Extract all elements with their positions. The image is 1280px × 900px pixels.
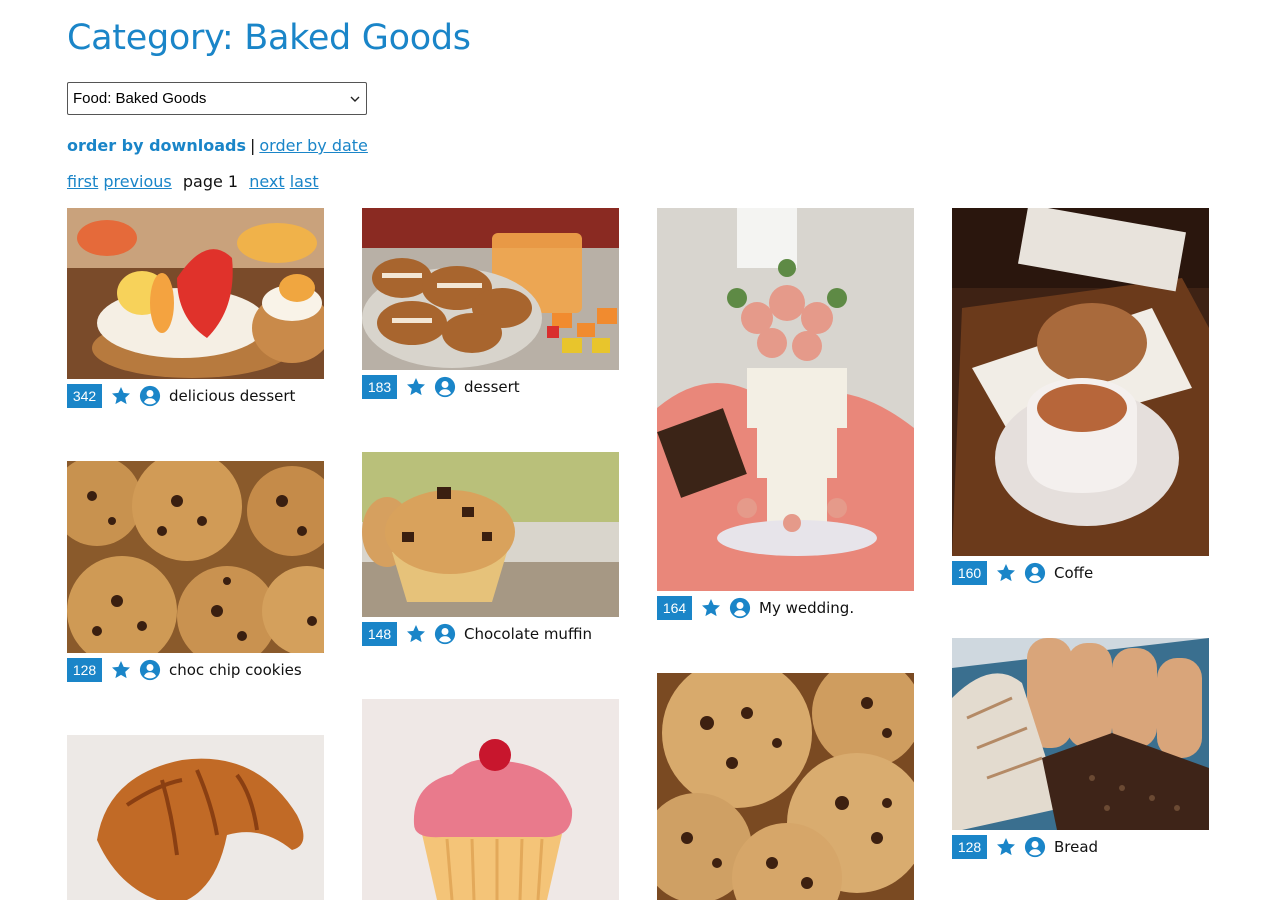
ordering-controls: order by downloads | order by date: [67, 136, 368, 155]
star-icon[interactable]: [700, 597, 722, 619]
photo-thumbnail-wedding-cake[interactable]: [657, 208, 914, 591]
photo-thumbnail-croissant[interactable]: [67, 735, 324, 900]
photo-meta-4: 160 Coffe: [952, 561, 1093, 585]
photo-title: Chocolate muffin: [464, 625, 592, 643]
order-by-date-link[interactable]: order by date: [259, 136, 368, 155]
user-icon[interactable]: [139, 659, 161, 681]
download-count-badge: 183: [362, 375, 397, 399]
order-by-downloads-active: order by downloads: [67, 136, 246, 155]
download-count-badge: 160: [952, 561, 987, 585]
photo-thumbnail-coffee[interactable]: [952, 208, 1209, 556]
photo-title: dessert: [464, 378, 520, 396]
page-title: Category: Baked Goods: [67, 18, 471, 58]
photo-thumbnail-pastries[interactable]: [362, 208, 619, 370]
star-icon[interactable]: [110, 659, 132, 681]
photo-meta-5: 128 choc chip cookies: [67, 658, 302, 682]
photo-meta-1: 342 delicious dessert: [67, 384, 295, 408]
photo-title: delicious dessert: [169, 387, 296, 405]
photo-thumbnail-muffin[interactable]: [362, 452, 619, 617]
photo-meta-6: 148 Chocolate muffin: [362, 622, 592, 646]
download-count-badge: 128: [67, 658, 102, 682]
user-icon[interactable]: [1024, 836, 1046, 858]
user-icon[interactable]: [1024, 562, 1046, 584]
user-icon[interactable]: [434, 623, 456, 645]
star-icon[interactable]: [995, 836, 1017, 858]
photo-meta-2: 183 dessert: [362, 375, 520, 399]
category-select-value: Food: Baked Goods: [73, 90, 207, 107]
user-icon[interactable]: [729, 597, 751, 619]
star-icon[interactable]: [110, 385, 132, 407]
chevron-down-icon: [344, 82, 366, 115]
photo-title: Bread: [1054, 838, 1099, 856]
category-select[interactable]: Food: Baked Goods: [67, 82, 367, 115]
pager-previous-link[interactable]: previous: [103, 172, 171, 191]
user-icon[interactable]: [139, 385, 161, 407]
pager-first-link[interactable]: first: [67, 172, 98, 191]
star-icon[interactable]: [995, 562, 1017, 584]
photo-thumbnail-cookies-2[interactable]: [657, 673, 914, 900]
photo-thumbnail-cupcake[interactable]: [362, 699, 619, 900]
download-count-badge: 342: [67, 384, 102, 408]
photo-thumbnail-bread[interactable]: [952, 638, 1209, 830]
photo-title: choc chip cookies: [169, 661, 302, 679]
photo-thumbnail-cookies[interactable]: [67, 461, 324, 653]
photo-meta-7: 128 Bread: [952, 835, 1098, 859]
user-icon[interactable]: [434, 376, 456, 398]
pager-current-page: page 1: [182, 172, 239, 191]
pager-last-link[interactable]: last: [290, 172, 319, 191]
pager: first previous page 1 next last: [67, 172, 319, 191]
photo-meta-3: 164 My wedding.: [657, 596, 854, 620]
star-icon[interactable]: [405, 623, 427, 645]
order-separator: |: [249, 136, 256, 155]
photo-title: Coffe: [1054, 564, 1094, 582]
photo-title: My wedding.: [759, 599, 855, 617]
download-count-badge: 164: [657, 596, 692, 620]
star-icon[interactable]: [405, 376, 427, 398]
photo-thumbnail-fruit-tarts[interactable]: [67, 208, 324, 379]
pager-next-link[interactable]: next: [249, 172, 284, 191]
download-count-badge: 148: [362, 622, 397, 646]
download-count-badge: 128: [952, 835, 987, 859]
